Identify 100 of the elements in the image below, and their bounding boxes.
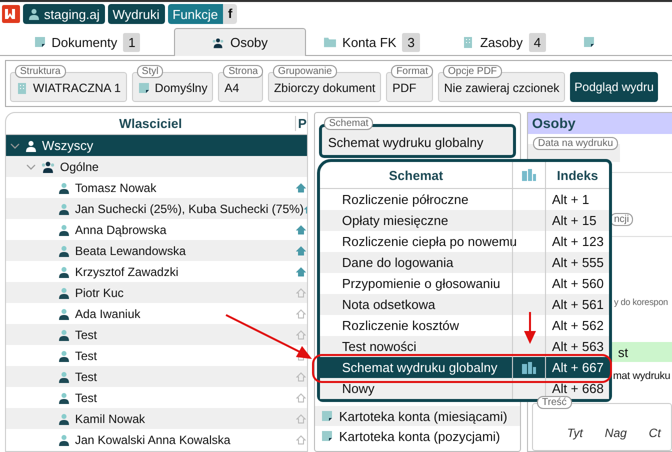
list-item[interactable]: Kartoteka konta (pozycjami)	[315, 426, 520, 446]
shortcut-text: Alt + 561	[551, 297, 605, 312]
dropdown-row[interactable]: Dane do logowania Alt + 555	[320, 252, 609, 273]
tree-label: Ada Iwaniuk	[75, 306, 140, 320]
tree-label: Tomasz Nowak	[75, 180, 156, 194]
tree-row[interactable]: Tomasz Nowak	[6, 177, 307, 198]
tree-row[interactable]: Jan Kowalski Anna Kowalska	[6, 429, 307, 450]
tree-row[interactable]: Test	[6, 366, 307, 387]
field-label: Data na wydruku	[533, 137, 618, 150]
tab[interactable]: Osoby	[174, 28, 306, 56]
tab[interactable]: Dokumenty 1	[0, 28, 174, 55]
shortcut-text: Alt + 1	[551, 192, 590, 207]
menu-button[interactable]: Funkcje	[168, 4, 224, 24]
person-icon	[58, 224, 70, 236]
field-label: Struktura	[15, 65, 66, 78]
person-icon	[58, 434, 70, 446]
count-badge: 4	[528, 32, 546, 52]
folder-icon	[324, 36, 336, 48]
annotation-arrow	[524, 312, 536, 344]
schema-name: Rozliczenie kosztów	[341, 318, 460, 333]
tree-row[interactable]: Piotr Kuc	[6, 282, 307, 303]
building-icon	[462, 36, 474, 48]
shortcut-text: Alt + 563	[551, 339, 605, 354]
list-item[interactable]: Kartoteka konta (miesiącami)	[315, 406, 520, 426]
column-header: P	[295, 116, 307, 131]
field-label: Treść	[537, 396, 572, 409]
tree-row[interactable]: Test	[6, 345, 307, 366]
tree-row[interactable]: Beata Lewandowska	[6, 240, 307, 261]
tree-label: Kamil Nowak	[75, 412, 146, 426]
tree-row[interactable]: Krzysztof Zawadzki	[6, 261, 307, 282]
shortcut-text: Alt + 560	[551, 276, 605, 291]
tree-row[interactable]: Anna Dąbrowska	[6, 219, 307, 240]
shortcut-key: f	[223, 4, 238, 24]
dropdown-row[interactable]: Nota odsetkowa Alt + 561	[320, 294, 609, 315]
shortcut-text: Alt + 555	[551, 255, 605, 270]
person-icon	[58, 202, 70, 214]
tree-label: Test	[75, 370, 98, 384]
schema-name: Rozliczenie półroczne	[341, 192, 470, 207]
schema-name: Schemat wydruku globalny	[341, 360, 498, 375]
menu-button[interactable]: Wydruki	[108, 4, 164, 24]
column-header: Tyt	[567, 426, 583, 442]
tree-row[interactable]: Ada Iwaniuk	[6, 303, 307, 324]
field-label: Strona	[223, 65, 263, 78]
schema-name: Nota odsetkowa	[341, 297, 436, 312]
dropdown-row[interactable]: Opłaty miesięczne Alt + 15	[320, 210, 609, 231]
column-header: Schemat	[388, 168, 444, 182]
document-icon	[34, 36, 46, 48]
panel-title: Osoby	[528, 113, 672, 134]
person-icon	[58, 350, 70, 362]
person-icon	[58, 370, 70, 382]
document-icon	[583, 36, 595, 48]
tree-row[interactable]: Kamil Nowak	[6, 408, 307, 429]
person-icon	[58, 244, 70, 256]
tree-label: Ogólne	[60, 160, 99, 174]
count-badge: 1	[123, 32, 140, 52]
preview-button[interactable]: Podgląd wydru	[570, 72, 658, 102]
tree-label: Beata Lewandowska	[75, 244, 186, 258]
tree-label: Test	[75, 328, 98, 342]
tree-row[interactable]: Test	[6, 324, 307, 345]
user-button[interactable]: staging.aj	[23, 4, 105, 24]
tree-row[interactable]: Jan Suchecki (25%), Kuba Suchecki (75%)	[6, 198, 307, 219]
document-icon	[321, 430, 333, 442]
tree-label: Test	[75, 390, 98, 404]
tree-label: Piotr Kuc	[75, 286, 124, 300]
field-label: Opcje PDF	[443, 65, 502, 78]
person-icon	[28, 8, 40, 20]
field-label: Grupowanie	[272, 65, 337, 78]
person-icon	[25, 140, 37, 152]
column-header: Wlasciciel	[118, 116, 183, 131]
schema-name: Opłaty miesięczne	[341, 213, 450, 228]
tree-label: Krzysztof Zawadzki	[75, 264, 178, 278]
column-header: Ct	[648, 426, 661, 442]
buildings-icon	[521, 169, 537, 181]
shortcut-text: Alt + 668	[551, 381, 605, 396]
schema-name: Nowy	[341, 381, 376, 396]
schema-name: Test nowości	[341, 339, 418, 354]
field-label: Format	[391, 65, 433, 78]
dropdown-row[interactable]: Schemat wydruku globalny Alt + 667	[320, 357, 609, 378]
schema-name: Przypomienie o głosowaniu	[341, 276, 502, 291]
shortcut-text: Alt + 15	[551, 213, 598, 228]
dropdown-row[interactable]: Test nowości Alt + 563	[320, 336, 609, 357]
person-icon	[58, 182, 70, 194]
people-icon	[41, 160, 55, 172]
tab[interactable]: Konta FK 3	[306, 28, 438, 55]
tree-label: Wszyscy	[42, 138, 94, 153]
person-icon	[58, 328, 70, 340]
tree-label: Anna Dąbrowska	[75, 222, 166, 236]
schema-name: mat wydruku	[613, 370, 672, 382]
tree-row[interactable]: Test	[6, 387, 307, 408]
column-header: Nag	[604, 426, 627, 442]
tree-label: Jan Suchecki (25%), Kuba Suchecki (75%)	[75, 202, 304, 216]
field-label: y do korespon	[614, 297, 668, 308]
person-icon	[58, 286, 70, 298]
shortcut-text: Alt + 562	[551, 318, 605, 333]
tree-row[interactable]: Wszyscy	[6, 135, 307, 156]
tab[interactable]: Zasoby 4	[438, 28, 570, 55]
person-icon	[58, 392, 70, 404]
building-icon	[16, 82, 28, 94]
tree-row[interactable]: Ogólne	[6, 156, 307, 177]
person-icon	[58, 412, 70, 424]
